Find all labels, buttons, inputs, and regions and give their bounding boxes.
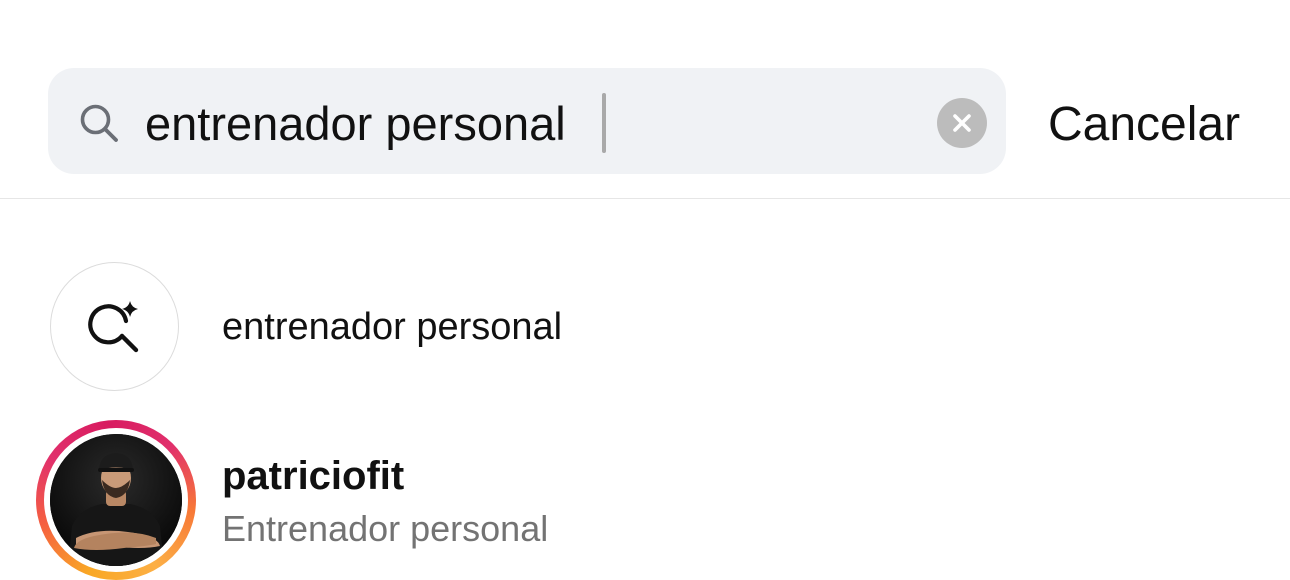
account-username: patriciofit <box>222 454 405 498</box>
close-icon <box>953 114 971 132</box>
story-ring <box>36 420 196 580</box>
avatar[interactable] <box>50 434 182 566</box>
cancel-button[interactable]: Cancelar <box>1048 92 1240 156</box>
suggestion-label: entrenador personal <box>222 306 563 348</box>
avatar-photo-icon <box>50 434 182 566</box>
divider <box>0 198 1290 199</box>
search-icon <box>78 102 120 144</box>
ai-search-icon-circle <box>50 262 179 391</box>
search-suggestion-row[interactable]: entrenador personal <box>0 250 1290 404</box>
account-full-name: Entrenador personal <box>222 508 549 549</box>
search-input[interactable] <box>145 88 905 158</box>
text-caret <box>602 93 606 153</box>
clear-search-button[interactable] <box>937 98 987 148</box>
ai-search-sparkle-icon <box>88 301 139 353</box>
account-result-row[interactable]: patriciofit Entrenador personal <box>0 418 1290 580</box>
